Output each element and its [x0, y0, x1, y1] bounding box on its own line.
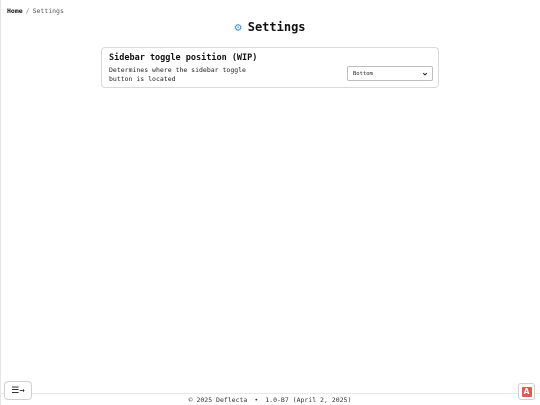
sidebar-toggle-button[interactable]: ☰→ [4, 381, 32, 400]
breadcrumb-current: Settings [32, 7, 64, 15]
breadcrumb-separator: / [25, 7, 30, 15]
breadcrumb: Home / Settings [7, 7, 64, 15]
footer-divider [0, 393, 540, 394]
sidebar-position-select[interactable]: Bottom [347, 66, 433, 81]
setting-description: Determines where the sidebar toggle butt… [109, 66, 246, 83]
breadcrumb-home-link[interactable]: Home [7, 7, 23, 15]
page-title: ⚙ Settings [0, 20, 540, 34]
footer-version: 1.0-B7 (April 2, 2025) [265, 396, 352, 404]
left-edge-divider [0, 0, 1, 405]
menu-arrow-icon: ☰→ [11, 385, 25, 396]
footer-copyright: © 2025 Deflecta [188, 396, 248, 404]
footer: © 2025 Deflecta • 1.0-B7 (April 2, 2025) [0, 396, 540, 404]
select-value: Bottom [353, 70, 373, 77]
setting-title: Sidebar toggle position (WIP) [109, 53, 258, 63]
corner-app-badge[interactable]: A [518, 383, 535, 400]
gear-icon: ⚙ [234, 20, 242, 34]
footer-separator: • [254, 396, 259, 404]
chevron-down-icon [422, 72, 428, 76]
app-badge-icon: A [521, 386, 532, 397]
page-title-text: Settings [247, 20, 306, 34]
